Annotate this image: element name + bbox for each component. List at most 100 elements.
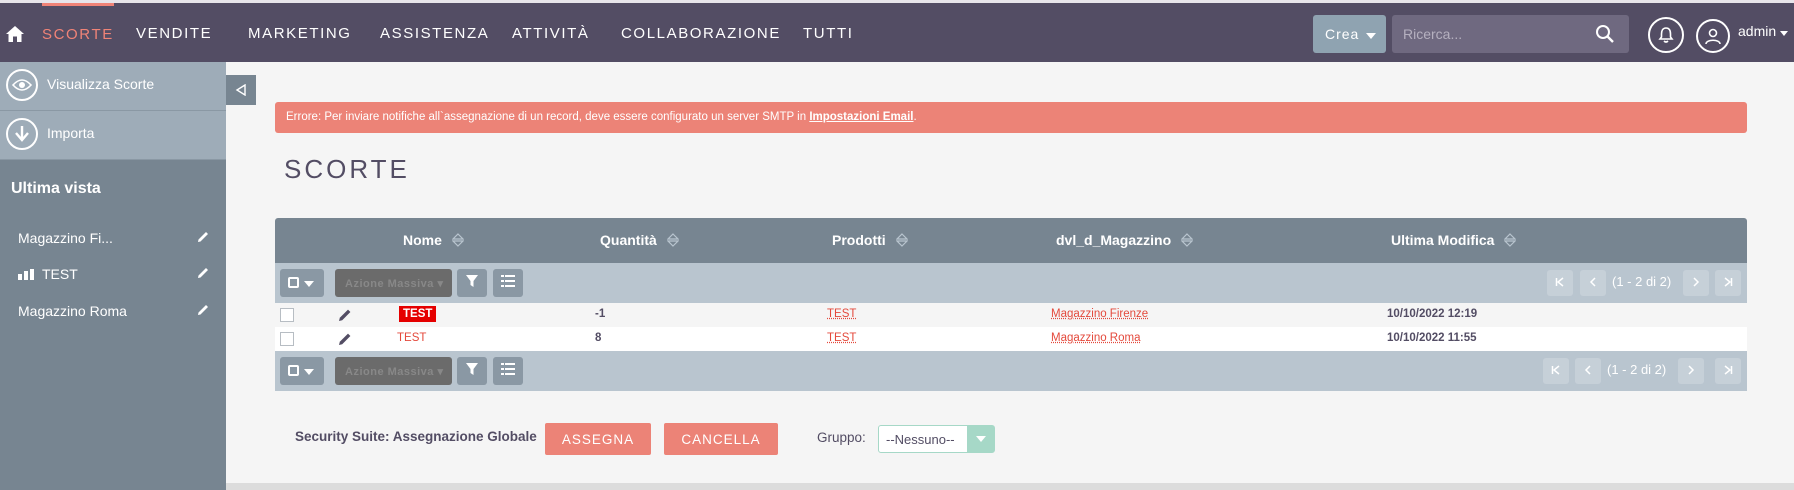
table-row: TEST -1 TEST Magazzino Firenze 10/10/202… (275, 303, 1747, 327)
search-input[interactable] (1403, 26, 1583, 42)
nav-vendite[interactable]: VENDITE (136, 3, 212, 62)
pencil-icon[interactable] (196, 303, 210, 320)
chevron-down-icon[interactable] (967, 426, 994, 452)
chevron-down-icon (304, 281, 314, 287)
recent-item[interactable]: Magazzino Fi... (0, 224, 226, 252)
pencil-icon[interactable] (337, 331, 353, 350)
nav-tutti[interactable]: TUTTI (803, 3, 854, 62)
column-label: Prodotti (832, 232, 886, 248)
sort-icon[interactable] (895, 233, 909, 250)
sort-icon[interactable] (1504, 233, 1517, 250)
column-header-ultima-modifica[interactable]: Ultima Modifica (1391, 232, 1517, 250)
user-menu-chevron-icon[interactable] (1780, 31, 1788, 36)
previous-page-button[interactable] (1575, 358, 1601, 384)
first-page-button[interactable] (1543, 358, 1569, 384)
filter-icon (465, 274, 479, 293)
cell-ultima-modifica: 10/10/2022 11:55 (1387, 332, 1477, 344)
recent-item-label: Magazzino Roma (18, 303, 127, 319)
column-label: Quantità (600, 232, 657, 248)
checkbox-icon (288, 277, 299, 288)
mass-action-label: Azione Massiva (345, 278, 434, 290)
cell-nome[interactable]: TEST (399, 306, 437, 322)
row-checkbox[interactable] (280, 308, 294, 322)
create-label: Crea (1325, 26, 1360, 42)
mass-action-button[interactable]: Azione Massiva ▾ (335, 357, 452, 385)
next-page-button[interactable] (1678, 358, 1704, 384)
next-page-button[interactable] (1683, 270, 1709, 296)
cell-magazzino-link[interactable]: Magazzino Firenze (1051, 308, 1148, 320)
error-text: Errore: Per inviare notifiche all`assegn… (286, 111, 810, 123)
column-header-nome[interactable]: Nome (403, 232, 465, 250)
cancel-button[interactable]: CANCELLA (664, 423, 778, 455)
column-label: dvl_d_Magazzino (1056, 232, 1172, 248)
recent-title: Ultima vista (11, 180, 101, 197)
mass-action-label: Azione Massiva (345, 366, 434, 378)
email-settings-link[interactable]: Impostazioni Email (809, 111, 913, 123)
cell-ultima-modifica: 10/10/2022 12:19 (1387, 308, 1478, 320)
group-select[interactable]: --Nessuno-- (878, 425, 995, 453)
pencil-icon[interactable] (196, 266, 210, 283)
recent-item-label: TEST (42, 266, 78, 282)
filter-button[interactable] (457, 357, 487, 385)
notification-bell-icon[interactable] (1648, 17, 1684, 53)
chevron-right-icon (1686, 362, 1696, 380)
cell-prodotti-link[interactable]: TEST (827, 332, 856, 344)
table-toolbar-bottom: Azione Massiva ▾ (1 - 2 di 2) (275, 351, 1747, 391)
eye-icon (6, 69, 38, 101)
nav-assistenza[interactable]: ASSISTENZA (380, 3, 489, 62)
first-page-icon (1555, 274, 1565, 292)
column-chooser-button[interactable] (493, 269, 523, 297)
cell-magazzino-link[interactable]: Magazzino Roma (1051, 332, 1140, 344)
search-box (1392, 15, 1629, 53)
create-button[interactable]: Crea (1313, 15, 1386, 53)
download-icon (6, 118, 38, 150)
sidebar-action-import[interactable]: Importa (0, 111, 226, 160)
recent-item[interactable]: TEST (0, 260, 226, 288)
name-badge[interactable]: TEST (399, 306, 437, 322)
list-icon (501, 362, 515, 380)
select-all-dropdown[interactable] (280, 357, 324, 385)
mass-action-button[interactable]: Azione Massiva ▾ (335, 269, 452, 297)
column-label: Ultima Modifica (1391, 232, 1495, 248)
column-header-quantita[interactable]: Quantità (600, 232, 680, 250)
last-page-button[interactable] (1715, 270, 1741, 296)
sidebar-collapse-button[interactable] (226, 75, 256, 105)
first-page-button[interactable] (1547, 270, 1573, 296)
row-checkbox[interactable] (280, 332, 294, 346)
sidebar-action-label: Visualizza Scorte (47, 76, 155, 92)
nav-scorte[interactable]: SCORTE (42, 3, 114, 62)
filter-button[interactable] (457, 269, 487, 297)
list-view-table: Nome Quantità Prodotti dvl_d_Magazzino U… (275, 218, 1747, 391)
recent-item[interactable]: Magazzino Roma (0, 297, 226, 325)
select-all-dropdown[interactable] (280, 269, 324, 297)
nav-marketing[interactable]: MARKETING (248, 3, 352, 62)
pencil-icon[interactable] (196, 230, 210, 247)
sort-icon[interactable] (451, 233, 465, 250)
group-select-value: --Nessuno-- (886, 432, 955, 447)
username[interactable]: admin (1738, 23, 1776, 39)
sort-icon[interactable] (666, 233, 680, 250)
table-header: Nome Quantità Prodotti dvl_d_Magazzino U… (275, 218, 1747, 263)
assign-button[interactable]: ASSEGNA (545, 423, 651, 455)
error-banner: Errore: Per inviare notifiche all`assegn… (275, 102, 1747, 133)
cell-prodotti-link[interactable]: TEST (827, 308, 856, 320)
cell-nome-link[interactable]: TEST (397, 332, 426, 344)
home-icon[interactable] (2, 21, 28, 47)
error-suffix: . (913, 111, 917, 123)
nav-collaborazione[interactable]: COLLABORAZIONE (621, 3, 781, 62)
chevron-left-icon (1583, 362, 1593, 380)
column-header-prodotti[interactable]: Prodotti (832, 232, 909, 250)
chevron-right-icon (1691, 274, 1701, 292)
sort-icon[interactable] (1180, 233, 1194, 250)
pencil-icon[interactable] (337, 307, 353, 326)
search-icon[interactable] (1595, 24, 1615, 49)
column-chooser-button[interactable] (493, 357, 523, 385)
nav-attivita[interactable]: ATTIVITÀ (512, 3, 590, 62)
table-row: TEST 8 TEST Magazzino Roma 10/10/2022 11… (275, 327, 1747, 351)
avatar[interactable] (1696, 19, 1730, 53)
column-header-magazzino[interactable]: dvl_d_Magazzino (1056, 232, 1194, 250)
previous-page-button[interactable] (1580, 270, 1606, 296)
sidebar-action-view[interactable]: Visualizza Scorte (0, 62, 226, 111)
last-page-button[interactable] (1715, 358, 1741, 384)
page-title: SCORTE (284, 154, 410, 184)
